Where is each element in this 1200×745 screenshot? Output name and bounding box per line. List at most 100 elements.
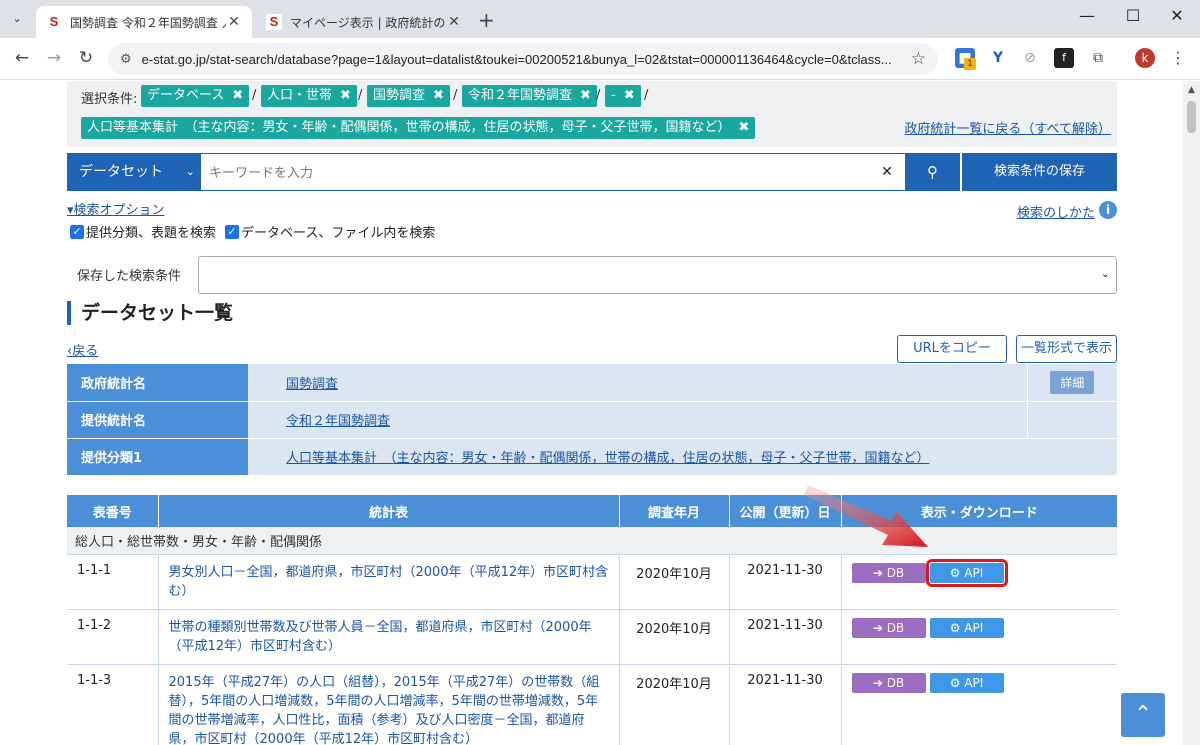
close-icon[interactable]: ✕ — [226, 14, 242, 30]
db-button[interactable]: ➔ DB — [851, 673, 926, 693]
row-value: 人口等基本集計 （主な内容：男女・年齢・配偶関係，世帯の構成，住居の状態，母子・… — [248, 438, 1117, 476]
search-type-select[interactable]: データセット ⌄ — [67, 153, 201, 191]
search-bar: データセット ⌄ ✕ ⚲ 検索条件の保存 — [67, 153, 1117, 191]
list-view-button[interactable]: 一覧形式で表示 — [1016, 335, 1117, 363]
tab-search-icon[interactable]: ⌄ — [8, 10, 26, 28]
saved-conditions-select[interactable]: ⌄ — [198, 256, 1117, 294]
survey-period: 2020年10月 — [619, 609, 730, 665]
table-row: 政府統計名 国勢調査 詳細 — [67, 364, 1117, 402]
compass-extension-icon[interactable]: ⊘ — [1020, 48, 1040, 68]
condition-chip-basic-tabulation[interactable]: 人口等基本集計 （主な内容：男女・年齢・配偶関係，世帯の構成，住居の状態，母子・… — [81, 117, 756, 139]
puzzle-extensions-icon[interactable]: ⧉ — [1088, 48, 1108, 68]
chip-label: データベース — [147, 88, 225, 103]
close-icon[interactable]: ✕ — [446, 14, 462, 30]
tab-strip: ⌄ S 国勢調査 令和２年国勢調査 人口 ✕ S マイページ表示 | 政府統計の… — [0, 0, 1200, 38]
back-link[interactable]: ‹戻る — [67, 340, 98, 359]
condition-chip-database[interactable]: データベース ✖ — [141, 85, 250, 107]
back-to-stats-list-link[interactable]: 政府統計一覧に戻る（すべて解除） — [904, 118, 1111, 137]
db-label: DB — [886, 676, 905, 690]
provided-stat-link[interactable]: 令和２年国勢調査 — [286, 414, 390, 429]
table-no: 1-1-3 — [67, 664, 159, 745]
db-button[interactable]: ➔ DB — [851, 618, 926, 638]
minimize-icon[interactable]: — — [1064, 6, 1110, 25]
save-search-button[interactable]: 検索条件の保存 — [962, 153, 1117, 191]
site-info-icon[interactable]: ⚙ — [120, 52, 132, 67]
search-help-link[interactable]: 検索のしかた — [1017, 202, 1095, 221]
detail-button[interactable]: 詳細 — [1050, 370, 1095, 394]
checkbox-checked-icon[interactable]: ✓ — [70, 224, 84, 239]
page-content: 選択条件: データベース ✖ / 人口・世帯 ✖ / 国勢調査 ✖ / 令和２年国勢調… — [0, 81, 1183, 745]
stat-name-link[interactable]: 国勢調査 — [286, 377, 338, 392]
reload-icon[interactable]: ↻ — [76, 48, 96, 68]
keyword-input[interactable] — [201, 153, 905, 191]
window-close-icon[interactable]: ✕ — [1154, 6, 1200, 25]
bookmark-star-icon[interactable]: ☆ — [911, 49, 926, 69]
chevron-up-icon: ⌃ — [1133, 702, 1153, 727]
annotation-arrow-icon — [804, 485, 928, 547]
maximize-icon[interactable]: ☐ — [1110, 6, 1156, 25]
search-options-link[interactable]: ▾検索オプション — [67, 199, 165, 218]
search-button[interactable]: ⚲ — [905, 153, 960, 191]
profile-avatar[interactable]: k — [1135, 48, 1155, 68]
tab-estat-active[interactable]: S 国勢調査 令和２年国勢調査 人口 ✕ — [36, 6, 252, 38]
remove-icon[interactable]: ✖ — [232, 88, 243, 103]
row-label: 提供分類1 — [67, 438, 248, 476]
api-button-highlighted[interactable]: ⚙ API — [925, 559, 1008, 587]
arrow-right-icon: ➔ — [872, 676, 887, 690]
condition-chip-r2-census[interactable]: 令和２年国勢調査 ✖ — [462, 85, 597, 107]
new-tab-icon[interactable]: + — [478, 8, 495, 32]
table-row: 提供統計名 令和２年国勢調査 — [67, 401, 1117, 439]
row-label: 政府統計名 — [67, 364, 248, 402]
back-arrow-icon[interactable]: ← — [12, 48, 32, 68]
table-title-link[interactable]: 世帯の種類別世帯数及び世帯人員－全国，都道府県，市区町村（2000年（平成12年… — [169, 620, 592, 654]
api-button[interactable]: ⚙ API — [929, 618, 1004, 638]
survey-period: 2020年10月 — [619, 664, 730, 745]
group-row: 総人口・総世帯数・男女・年齢・配偶関係 — [67, 527, 1117, 555]
separator: / — [644, 88, 649, 103]
api-button[interactable]: ⚙ API — [929, 673, 1004, 693]
condition-chip-dash[interactable]: - ✖ — [605, 85, 641, 107]
classification-link[interactable]: 人口等基本集計 （主な内容：男女・年齢・配偶関係，世帯の構成，住居の状態，母子・… — [286, 451, 930, 466]
copy-url-button[interactable]: URLをコピー — [897, 335, 1007, 363]
extension-badge: 1 — [964, 58, 976, 70]
forward-arrow-icon[interactable]: → — [44, 48, 64, 68]
separator: / — [252, 88, 257, 103]
page-scrollbar[interactable]: ▲ — [1183, 81, 1200, 745]
remove-icon[interactable]: ✖ — [624, 88, 635, 103]
clear-icon[interactable]: ✕ — [877, 153, 897, 191]
checkbox-label: 提供分類、表題を検索 — [86, 226, 217, 241]
table-title-cell: 2015年（平成27年）の人口（組替），2015年（平成27年）の世帯数（組替）… — [158, 664, 620, 745]
chrome-menu-icon[interactable]: ⋮ — [1170, 48, 1186, 67]
scroll-to-top-button[interactable]: ⌃ — [1121, 693, 1165, 737]
scroll-up-icon[interactable]: ▲ — [1183, 85, 1200, 95]
group-label: 総人口・総世帯数・男女・年齢・配偶関係 — [67, 527, 1117, 555]
estat-favicon-icon: S — [46, 14, 62, 30]
gears-icon: ⚙ — [949, 676, 965, 690]
y-extension-icon[interactable]: Y — [988, 48, 1008, 68]
stat-info-table: 政府統計名 国勢調査 詳細 提供統計名 令和２年国勢調査 提供分類1 人口等基本… — [67, 364, 1117, 476]
url-text[interactable]: e-stat.go.jp/stat-search/database?page=1… — [142, 52, 902, 67]
checkbox-search-titles[interactable]: ✓ 提供分類、表題を検索 — [70, 222, 216, 241]
remove-icon[interactable]: ✖ — [433, 88, 444, 103]
remove-icon[interactable]: ✖ — [340, 88, 351, 103]
selected-conditions: 選択条件: データベース ✖ / 人口・世帯 ✖ / 国勢調査 ✖ / 令和２年国勢調… — [67, 81, 1117, 147]
address-bar[interactable]: ⚙ e-stat.go.jp/stat-search/database?page… — [108, 43, 938, 75]
db-button[interactable]: ➔ DB — [851, 563, 926, 583]
scroll-thumb[interactable] — [1187, 101, 1196, 133]
gears-icon: ⚙ — [949, 566, 965, 580]
back-label: 戻る — [72, 344, 99, 359]
condition-chip-population[interactable]: 人口・世帯 ✖ — [261, 85, 357, 107]
table-title-link[interactable]: 2015年（平成27年）の人口（組替），2015年（平成27年）の世帯数（組替）… — [169, 675, 600, 745]
remove-icon[interactable]: ✖ — [580, 88, 591, 103]
condition-chip-census[interactable]: 国勢調査 ✖ — [367, 85, 450, 107]
tab-mypage[interactable]: S マイページ表示 | 政府統計の総合窓 ✕ — [256, 6, 472, 38]
remove-icon[interactable]: ✖ — [739, 120, 750, 135]
checkbox-checked-icon[interactable]: ✓ — [225, 224, 239, 239]
info-icon[interactable]: i — [1099, 201, 1117, 219]
row-value: 令和２年国勢調査 — [248, 401, 1027, 439]
tab-title: 国勢調査 令和２年国勢調査 人口 — [70, 15, 226, 30]
table-row: 1-1-1 男女別人口－全国，都道府県，市区町村（2000年（平成12年）市区町… — [67, 554, 1117, 610]
table-title-link[interactable]: 男女別人口－全国，都道府県，市区町村（2000年（平成12年）市区町村含む） — [169, 565, 609, 599]
checkbox-search-files[interactable]: ✓ データベース、ファイル内を検索 — [225, 222, 435, 241]
function-extension-icon[interactable]: f — [1054, 48, 1074, 68]
